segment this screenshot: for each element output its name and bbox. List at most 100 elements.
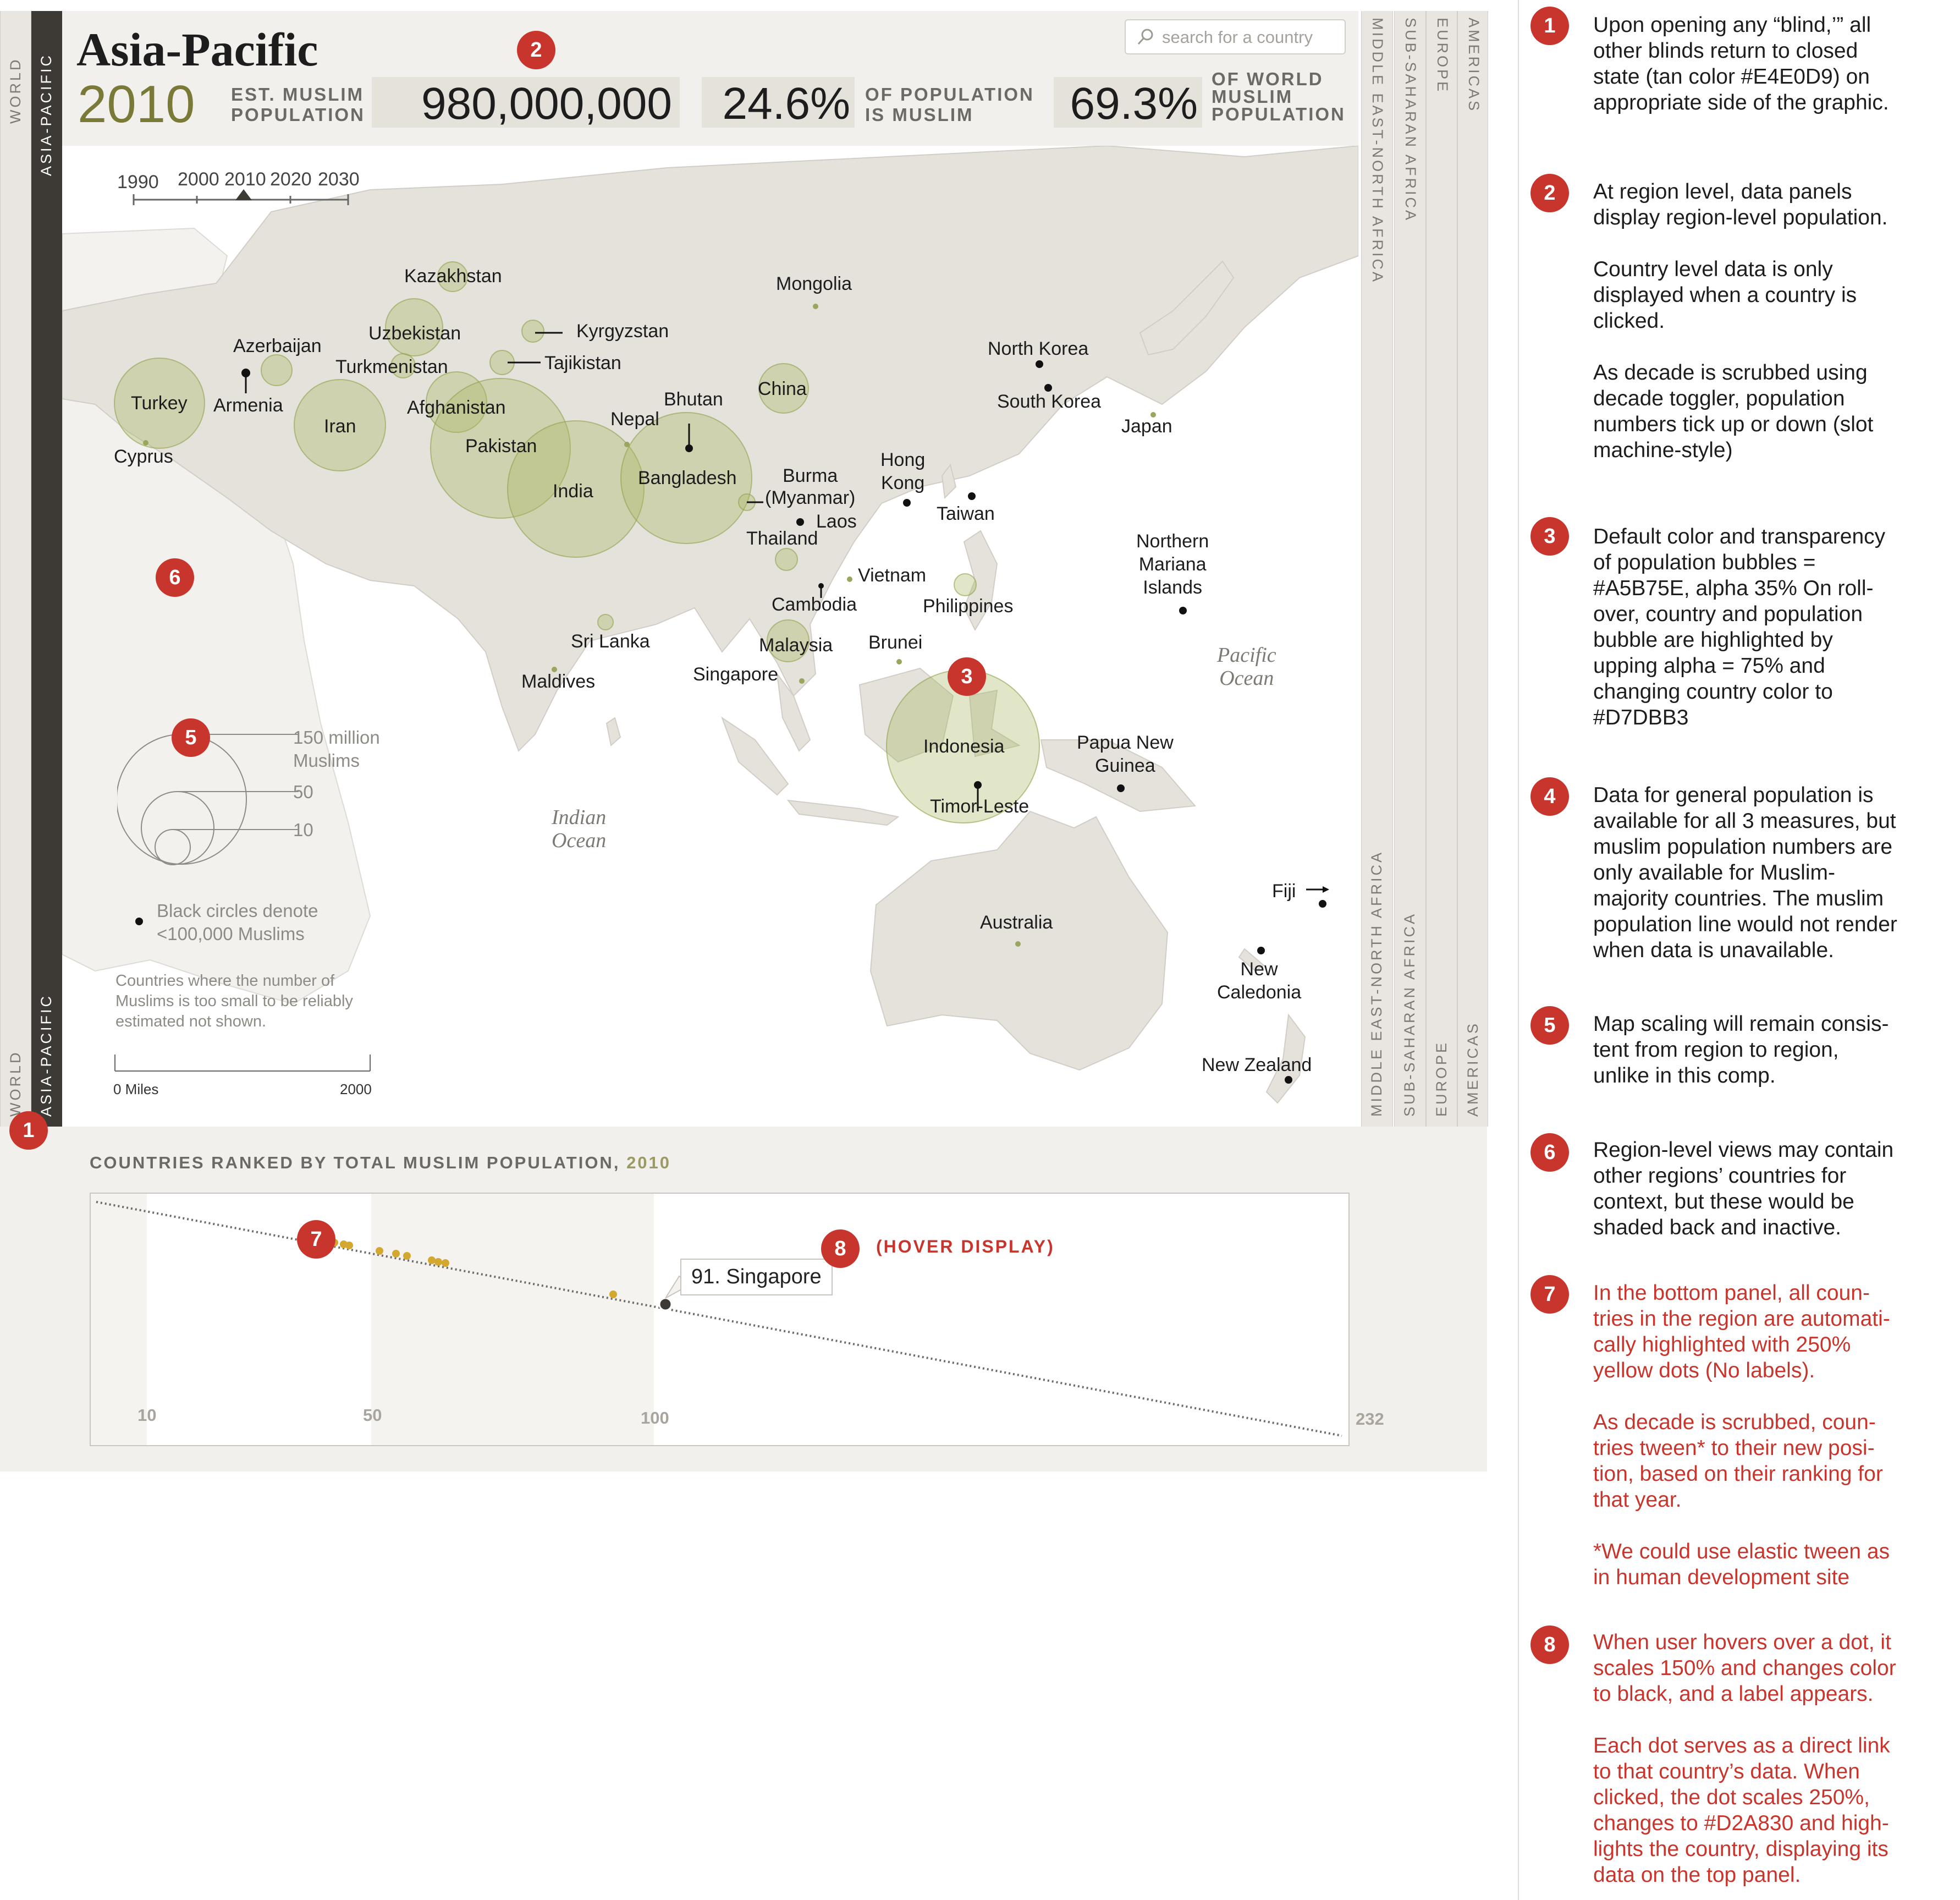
blind-world[interactable]: WORLD WORLD — [0, 11, 31, 1127]
label-maldives[interactable]: Maldives — [521, 671, 595, 693]
note-marker-3: 3 — [1530, 517, 1569, 556]
label-thailand[interactable]: Thailand — [746, 528, 818, 550]
dot-new-caledonia — [1257, 947, 1265, 954]
label-cyprus[interactable]: Cyprus — [114, 446, 173, 468]
note-marker-7: 7 — [1530, 1275, 1569, 1314]
label-pacific-ocean: Pacific Ocean — [1217, 644, 1276, 690]
blind-ssa-label-top: SUB-SAHARAN AFRICA — [1402, 18, 1419, 223]
label-south-korea[interactable]: South Korea — [997, 391, 1101, 413]
label-new-zealand[interactable]: New Zealand — [1202, 1055, 1312, 1076]
label-fiji[interactable]: Fiji — [1272, 881, 1296, 902]
blind-americas[interactable]: AMERICAS AMERICAS — [1457, 11, 1488, 1127]
dot-fiji — [1319, 900, 1326, 908]
label-tajikistan[interactable]: Tajikistan — [544, 353, 621, 374]
note-marker-5: 5 — [1530, 1006, 1569, 1045]
blind-sub-saharan-africa[interactable]: SUB-SAHARAN AFRICA SUB-SAHARAN AFRICA — [1394, 11, 1426, 1127]
annotation-marker-3: 3 — [948, 657, 986, 696]
country-search-input[interactable]: search for a country — [1125, 19, 1346, 54]
dot-papua-new-guinea — [1117, 784, 1125, 792]
label-cambodia[interactable]: Cambodia — [772, 594, 857, 616]
blind-middle-east-north-africa[interactable]: MIDDLE EAST-NORTH AFRICA MIDDLE EAST-NOR… — [1361, 11, 1393, 1127]
small-population-note: Countries where the number of Muslims is… — [115, 972, 353, 1030]
hover-country-label: 91. Singapore — [680, 1259, 833, 1295]
blind-europe[interactable]: EUROPE EUROPE — [1426, 11, 1457, 1127]
label-china[interactable]: China — [758, 378, 807, 400]
label-brunei[interactable]: Brunei — [868, 632, 922, 654]
label-northern-mariana[interactable]: Northern Mariana Islands — [1136, 530, 1209, 599]
blind-world-label-bottom: WORLD — [7, 1050, 24, 1117]
label-turkmenistan[interactable]: Turkmenistan — [335, 356, 448, 378]
label-australia[interactable]: Australia — [980, 912, 1053, 933]
note-2-text: At region level, data panels display reg… — [1593, 180, 1888, 462]
scale-right-label: 2000 — [340, 1081, 372, 1097]
blind-asia-pacific-label-top: ASIA-PACIFIC — [38, 53, 54, 176]
label-malaysia[interactable]: Malaysia — [759, 635, 833, 656]
dot-brunei — [896, 659, 902, 665]
label-indonesia[interactable]: Indonesia — [923, 736, 1004, 757]
bubble-kyrgyzstan — [521, 320, 544, 343]
label-papua-new-guinea[interactable]: Papua New Guinea — [1077, 731, 1174, 777]
label-timor-leste[interactable]: Timor-Leste — [930, 796, 1029, 817]
legend-50: 50 — [293, 782, 313, 802]
dot-south-korea — [1044, 384, 1052, 392]
label-azerbaijan[interactable]: Azerbaijan — [233, 336, 322, 357]
label-bhutan[interactable]: Bhutan — [664, 389, 723, 410]
label-afghanistan[interactable]: Afghanistan — [407, 397, 506, 419]
annotation-marker-6: 6 — [156, 558, 194, 597]
percent-muslim-label: OF POPULATION IS MUSLIM — [865, 84, 1034, 125]
rank-dot-hovered — [658, 1297, 673, 1311]
label-new-caledonia[interactable]: New Caledonia — [1217, 958, 1301, 1004]
note-8-text: When user hovers over a dot, it scales 1… — [1593, 1630, 1896, 1887]
hover-display-tag: (HOVER DISPLAY) — [876, 1237, 1055, 1256]
rank-axis-232: 232 — [1356, 1409, 1384, 1429]
label-pakistan[interactable]: Pakistan — [465, 436, 537, 457]
rank-dot — [345, 1242, 353, 1249]
bubble-philippines — [954, 573, 977, 596]
blind-europe-label-top: EUROPE — [1434, 18, 1451, 94]
label-uzbekistan[interactable]: Uzbekistan — [368, 323, 461, 344]
dot-taiwan — [968, 492, 976, 500]
label-nepal[interactable]: Nepal — [610, 409, 659, 430]
region-map[interactable]: 1990 2000 2010 2020 2030 Kazakhstan Mong… — [62, 146, 1358, 1127]
dot-mongolia — [813, 304, 818, 309]
rank-dot — [434, 1258, 442, 1266]
label-turkey[interactable]: Turkey — [131, 393, 188, 414]
black-dot-legend-icon — [135, 918, 143, 925]
label-hong-kong[interactable]: Hong Kong — [880, 448, 925, 495]
label-singapore[interactable]: Singapore — [693, 664, 778, 685]
ranking-panel: COUNTRIES RANKED BY TOTAL MUSLIM POPULAT… — [0, 1127, 1487, 1471]
note-marker-4: 4 — [1530, 777, 1569, 816]
label-laos[interactable]: Laos — [816, 511, 857, 532]
annotation-marker-2: 2 — [517, 31, 555, 69]
label-iran[interactable]: Iran — [324, 416, 356, 437]
note-4-text: Data for general population is available… — [1593, 783, 1897, 962]
label-taiwan[interactable]: Taiwan — [937, 503, 995, 525]
label-kazakhstan[interactable]: Kazakhstan — [404, 266, 502, 287]
label-philippines[interactable]: Philippines — [923, 596, 1013, 617]
note-7-text: In the bottom panel, all coun- tries in … — [1593, 1281, 1890, 1589]
label-sri-lanka[interactable]: Sri Lanka — [571, 631, 650, 652]
label-burma[interactable]: Burma (Myanmar) — [765, 465, 855, 509]
ranking-chart[interactable]: 10 50 100 232 91. Singapore — [90, 1193, 1384, 1446]
label-north-korea[interactable]: North Korea — [988, 338, 1088, 360]
blind-asia-pacific[interactable]: ASIA-PACIFIC ASIA-PACIFIC — [31, 11, 62, 1127]
label-armenia[interactable]: Armenia — [213, 395, 283, 416]
label-japan[interactable]: Japan — [1121, 416, 1172, 437]
dot-nepal — [624, 442, 630, 447]
blind-mena-label-bottom: MIDDLE EAST-NORTH AFRICA — [1368, 850, 1385, 1117]
annotation-marker-7: 7 — [297, 1220, 335, 1259]
bubble-thailand — [775, 548, 798, 571]
label-bangladesh[interactable]: Bangladesh — [638, 468, 737, 489]
dot-hong-kong — [903, 499, 911, 507]
ranking-title: COUNTRIES RANKED BY TOTAL MUSLIM POPULAT… — [90, 1153, 671, 1172]
blind-americas-label-bottom: AMERICAS — [1465, 1021, 1481, 1117]
label-india[interactable]: India — [553, 481, 593, 502]
dot-singapore — [799, 678, 805, 684]
annotation-marker-1: 1 — [9, 1111, 48, 1150]
label-kyrgyzstan[interactable]: Kyrgyzstan — [576, 321, 669, 342]
label-indian-ocean: Indian Ocean — [552, 806, 607, 852]
notes-divider — [1518, 0, 1519, 1900]
label-vietnam[interactable]: Vietnam — [858, 565, 926, 586]
selected-year: 2010 — [78, 75, 195, 134]
label-mongolia[interactable]: Mongolia — [776, 273, 852, 295]
